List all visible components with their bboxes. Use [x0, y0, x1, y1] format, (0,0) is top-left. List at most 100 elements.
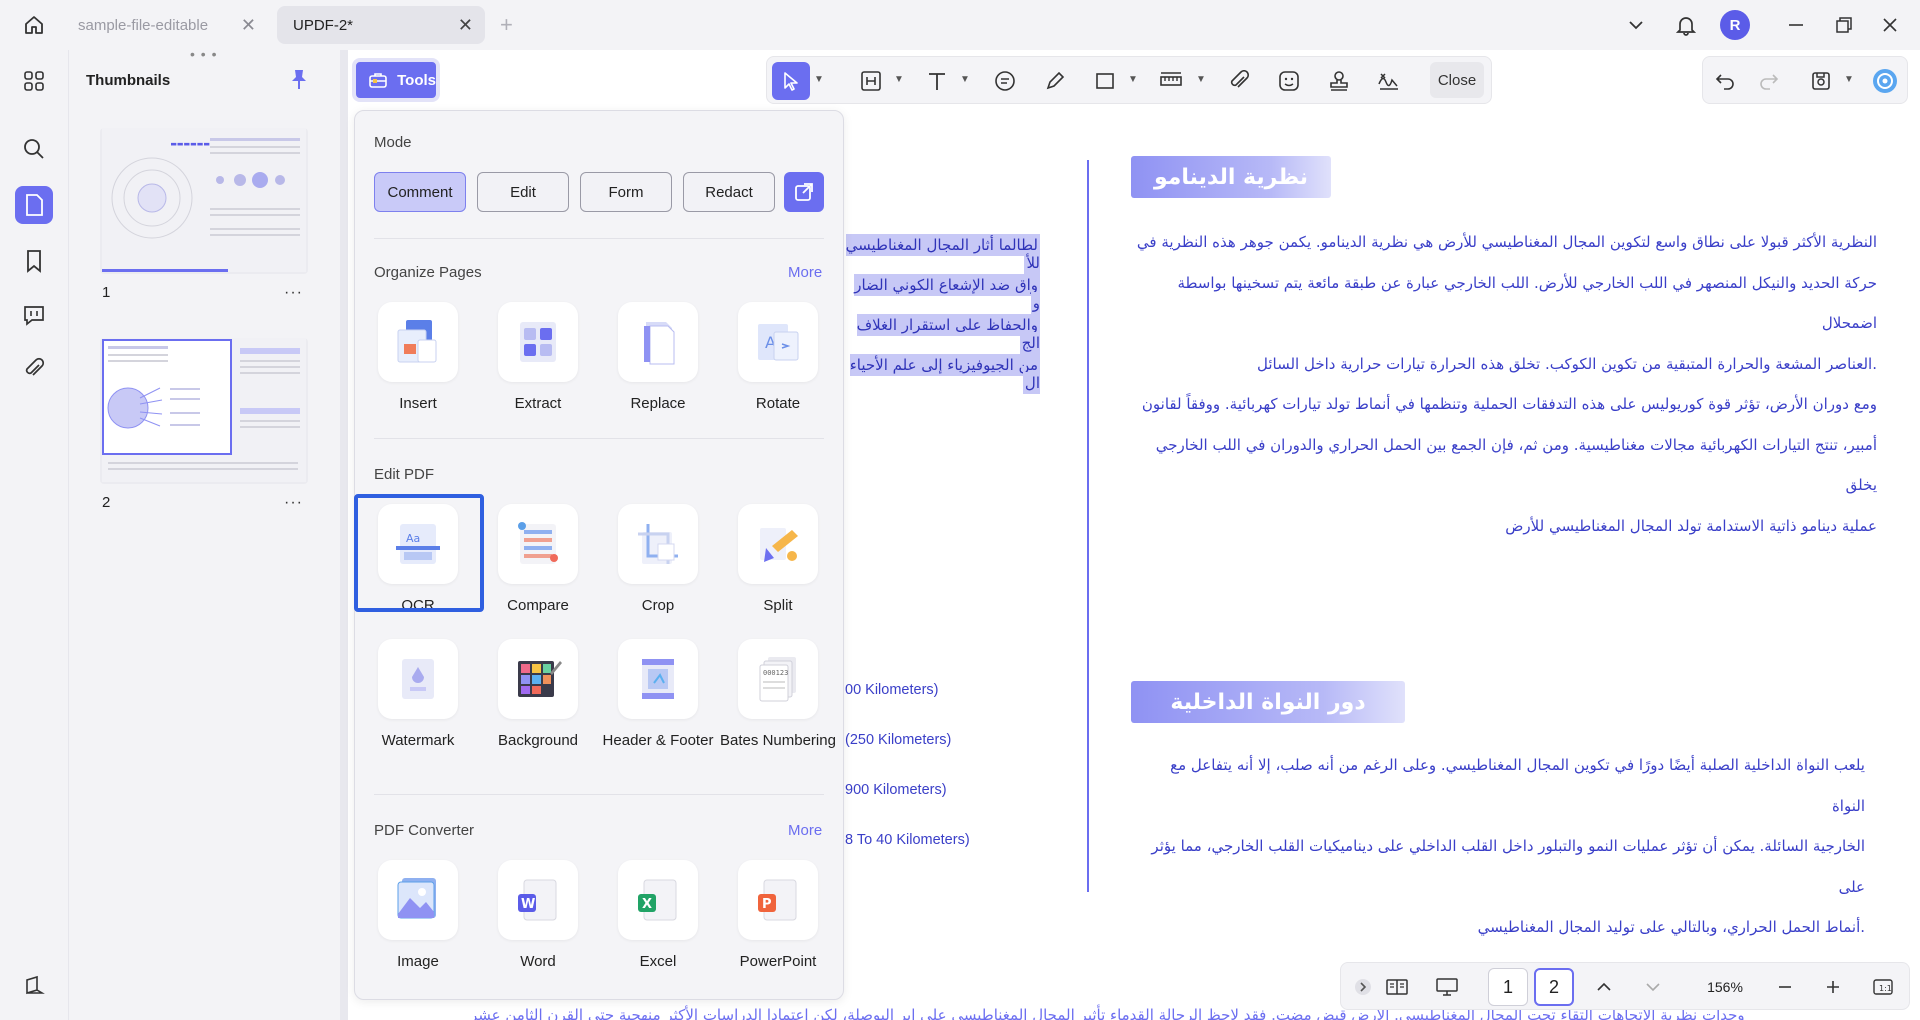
sticker-icon[interactable]	[1270, 62, 1308, 100]
thumbnail-more-icon[interactable]: ···	[284, 494, 303, 512]
compare-tool[interactable]: Compare	[476, 504, 586, 624]
layer-depth-label: 900 Kilometers)	[845, 782, 947, 798]
convert-word-tool[interactable]: W Word	[476, 860, 586, 980]
save-icon[interactable]	[1802, 62, 1840, 100]
page-button-1[interactable]: 1	[1488, 968, 1528, 1006]
thumbnails-icon[interactable]	[15, 186, 53, 224]
selected-tool-outline	[354, 494, 484, 612]
convert-excel-tool[interactable]: X Excel	[596, 860, 706, 980]
mode-form-button[interactable]: Form	[580, 172, 672, 212]
rotate-tool[interactable]: A Rotate	[716, 302, 826, 422]
redo-icon[interactable]	[1750, 62, 1788, 100]
crop-tool[interactable]: Crop	[596, 504, 706, 624]
chevron-down-icon[interactable]: ▼	[1196, 74, 1206, 85]
bates-numbering-tool[interactable]: 000123 Bates Numbering	[716, 639, 836, 759]
page-button-2[interactable]: 2	[1534, 968, 1574, 1006]
bell-icon[interactable]	[1670, 10, 1702, 40]
svg-text:000123: 000123	[763, 669, 788, 677]
convert-powerpoint-tool[interactable]: P PowerPoint	[716, 860, 826, 980]
add-tab-icon[interactable]: +	[500, 12, 513, 38]
chevron-down-icon[interactable]: ▼	[814, 74, 824, 85]
chevron-down-icon[interactable]: ▼	[1128, 74, 1138, 85]
watermark-icon	[378, 639, 458, 719]
close-tab-icon[interactable]: ✕	[458, 15, 473, 36]
chevron-down-icon[interactable]: ▼	[960, 74, 970, 85]
fit-page-icon[interactable]: 1:1	[1866, 970, 1900, 1004]
collapse-arrow-icon[interactable]	[1346, 970, 1380, 1004]
ai-assistant-icon[interactable]	[1866, 62, 1904, 100]
undo-icon[interactable]	[1706, 62, 1744, 100]
text-tool-icon[interactable]	[918, 62, 956, 100]
select-tool-icon[interactable]	[772, 62, 810, 100]
avatar[interactable]: R	[1720, 10, 1750, 40]
extract-icon	[498, 302, 578, 382]
svg-text:X: X	[642, 897, 652, 912]
replace-tool[interactable]: Replace	[596, 302, 706, 422]
highlighted-text[interactable]: واق ضد الإشعاع الكوني الضار و	[845, 274, 1040, 314]
comments-icon[interactable]	[15, 296, 53, 334]
measure-icon[interactable]	[1152, 62, 1190, 100]
page-thumbnail[interactable]	[100, 338, 308, 484]
layers-icon[interactable]	[15, 966, 53, 1004]
mode-comment-button[interactable]: Comment	[374, 172, 466, 212]
insert-label: Insert	[399, 395, 437, 412]
split-tool[interactable]: Split	[716, 504, 826, 624]
restore-icon[interactable]	[1828, 10, 1860, 40]
bookmark-icon[interactable]	[15, 242, 53, 280]
open-external-icon[interactable]	[784, 172, 824, 212]
svg-text:P: P	[762, 897, 772, 912]
close-toolbar-button[interactable]: Close	[1430, 62, 1484, 98]
zoom-out-icon[interactable]	[1768, 970, 1802, 1004]
watermark-tool[interactable]: Watermark	[356, 639, 466, 759]
home-icon[interactable]	[18, 12, 50, 38]
close-window-icon[interactable]	[1874, 10, 1906, 40]
page-thumbnail[interactable]: ▬▬▬▬▬▬	[100, 128, 308, 274]
mode-redact-button[interactable]: Redact	[683, 172, 775, 212]
converter-more-link[interactable]: More	[788, 822, 822, 839]
highlighted-text[interactable]: من الجيوفيزياء إلى علم الأحياء ال	[845, 354, 1040, 394]
highlighted-text[interactable]: والحفاظ على استقرار الغلاف الج	[845, 314, 1040, 354]
insert-tool[interactable]: Insert	[356, 302, 466, 422]
zoom-level[interactable]: 156%	[1695, 970, 1755, 1004]
stamp-icon[interactable]	[1320, 62, 1358, 100]
background-tool[interactable]: Background	[476, 639, 586, 759]
highlighted-text[interactable]: لطالما أثار المجال المغناطيسي للأ	[845, 234, 1040, 274]
tab-sample-file-editable[interactable]: sample-file-editable ✕	[62, 6, 268, 44]
extract-tool[interactable]: Extract	[476, 302, 586, 422]
zoom-in-icon[interactable]	[1816, 970, 1850, 1004]
convert-image-tool[interactable]: Image	[356, 860, 466, 980]
pen-icon[interactable]	[1036, 62, 1074, 100]
drag-handle-icon[interactable]: • • •	[190, 46, 217, 62]
layer-depth-label: 00 Kilometers)	[845, 682, 939, 698]
text-line: عملية دينامو ذاتية الاستدامة تولد المجال…	[1505, 516, 1877, 535]
organize-more-link[interactable]: More	[788, 264, 822, 281]
powerpoint-label: PowerPoint	[739, 953, 817, 970]
chevron-down-icon[interactable]: ▼	[1844, 74, 1854, 85]
tools-button[interactable]: Tools	[352, 58, 440, 102]
powerpoint-icon: P	[738, 860, 818, 940]
text-box-icon[interactable]	[852, 62, 890, 100]
previous-page-icon[interactable]	[1587, 970, 1621, 1004]
attachment-icon[interactable]	[15, 350, 53, 388]
header-footer-tool[interactable]: Header & Footer	[596, 639, 713, 759]
comment-icon[interactable]	[986, 62, 1024, 100]
signature-icon[interactable]	[1370, 62, 1408, 100]
mode-edit-button[interactable]: Edit	[477, 172, 569, 212]
reading-mode-icon[interactable]	[1380, 970, 1414, 1004]
chevron-down-icon[interactable]	[1620, 10, 1652, 40]
minimize-icon[interactable]	[1780, 10, 1812, 40]
chevron-down-icon[interactable]: ▼	[894, 74, 904, 85]
close-tab-icon[interactable]: ✕	[241, 15, 256, 36]
present-icon[interactable]	[1430, 970, 1464, 1004]
rectangle-icon[interactable]	[1086, 62, 1124, 100]
divider	[374, 438, 824, 439]
header-footer-icon	[618, 639, 698, 719]
next-page-icon[interactable]	[1636, 970, 1670, 1004]
grid-view-icon[interactable]	[15, 62, 53, 100]
thumbnail-more-icon[interactable]: ···	[284, 284, 303, 302]
attachment-icon[interactable]	[1220, 62, 1258, 100]
tab-updf-2[interactable]: UPDF-2* ✕	[277, 6, 485, 44]
word-label: Word	[520, 953, 556, 970]
pin-icon[interactable]	[288, 68, 310, 97]
search-icon[interactable]	[15, 130, 53, 168]
